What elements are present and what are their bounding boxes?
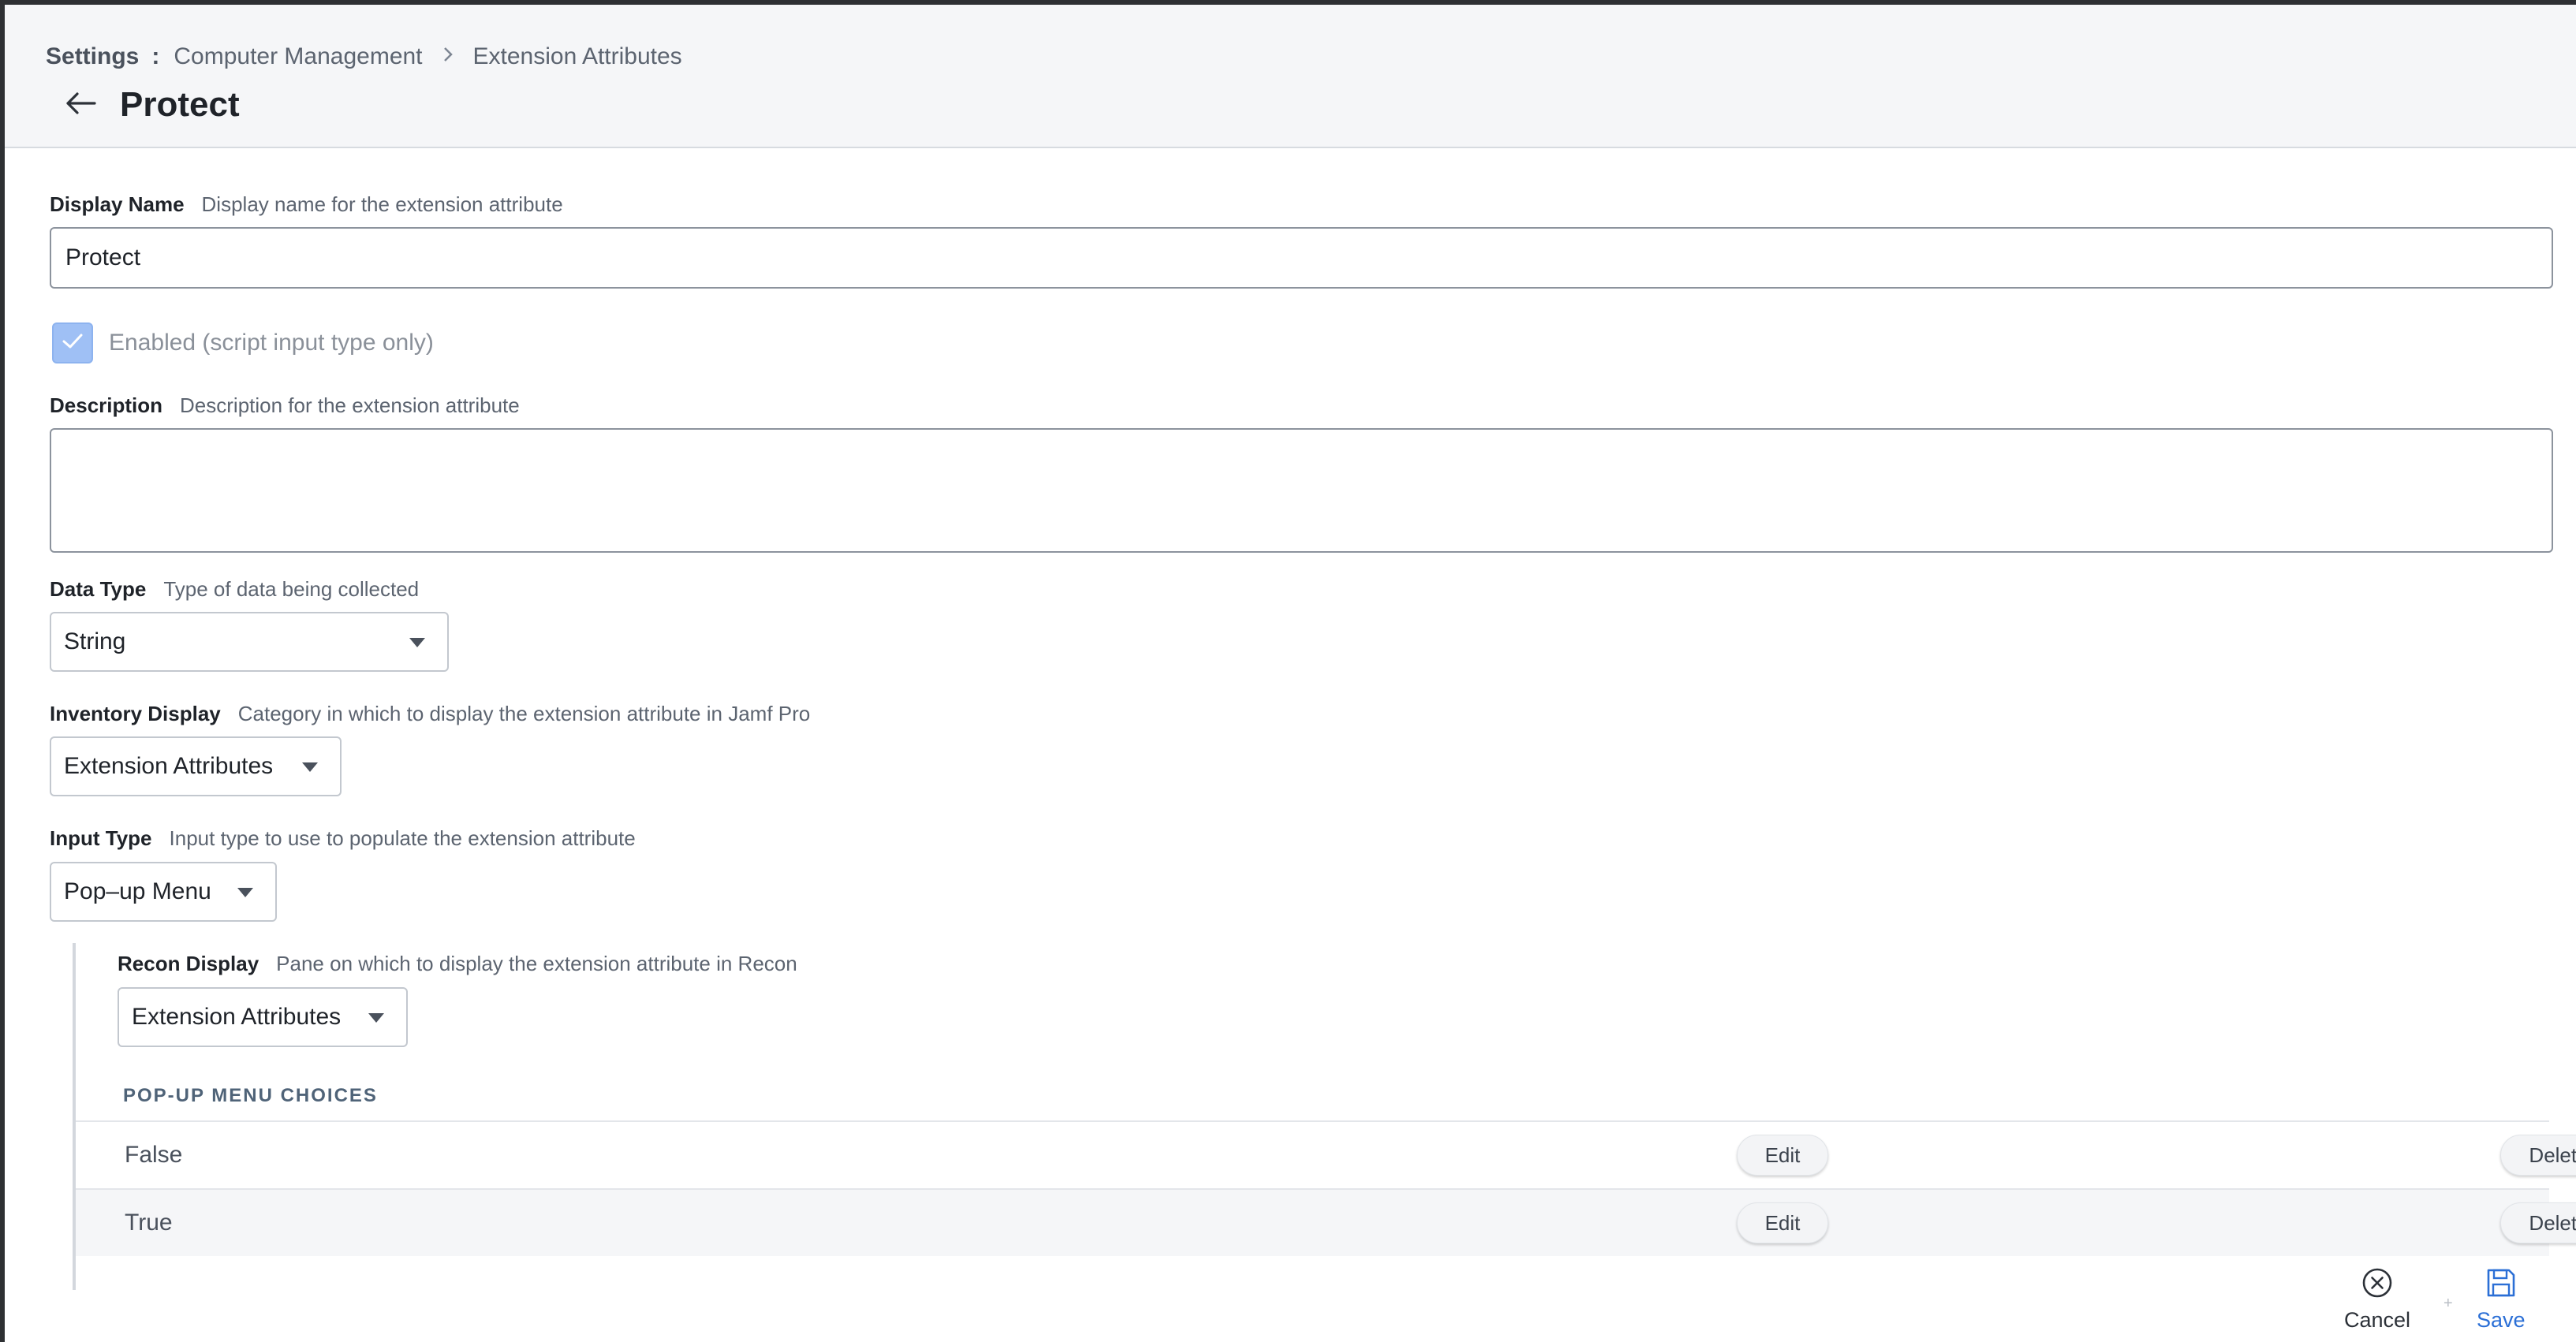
breadcrumb-settings-link[interactable]: Settings bbox=[46, 43, 139, 70]
save-label: Save bbox=[2477, 1308, 2526, 1332]
popup-menu-choices-heading: POP-UP MENU CHOICES bbox=[123, 1085, 378, 1106]
recon-display-select[interactable]: Extension Attributes bbox=[118, 987, 408, 1047]
cancel-label: Cancel bbox=[2344, 1308, 2411, 1332]
app-window: Settings : Computer Management Extension… bbox=[0, 0, 2576, 1342]
caret-down-icon bbox=[302, 762, 318, 772]
checkmark-icon bbox=[61, 332, 84, 355]
caret-down-icon bbox=[368, 1013, 384, 1023]
arrow-left-icon bbox=[65, 91, 96, 119]
description-label: Description bbox=[50, 393, 163, 417]
description-textarea[interactable] bbox=[50, 428, 2553, 553]
data-type-label-row: Data Type Type of data being collected bbox=[50, 577, 419, 602]
caret-down-icon bbox=[237, 888, 253, 897]
enabled-checkbox-row: Enabled (script input type only) bbox=[52, 322, 434, 364]
delete-choice-button[interactable]: Delete bbox=[2500, 1135, 2576, 1176]
delete-choice-button[interactable]: Delete bbox=[2500, 1202, 2576, 1243]
enabled-checkbox[interactable] bbox=[52, 322, 93, 363]
choice-label: False bbox=[125, 1142, 183, 1168]
breadcrumb-computer-management-link[interactable]: Computer Management bbox=[174, 43, 422, 70]
back-button[interactable] bbox=[60, 84, 101, 125]
inventory-display-hint: Category in which to display the extensi… bbox=[237, 702, 811, 725]
display-name-label-row: Display Name Display name for the extens… bbox=[50, 192, 563, 217]
breadcrumb: Settings : Computer Management Extension… bbox=[46, 39, 682, 74]
caret-down-icon bbox=[409, 638, 425, 647]
display-name-input[interactable] bbox=[50, 227, 2553, 289]
data-type-select[interactable]: String bbox=[50, 612, 449, 672]
breadcrumb-extension-attributes-link[interactable]: Extension Attributes bbox=[473, 43, 682, 70]
inventory-display-label: Inventory Display bbox=[50, 702, 221, 725]
input-type-label-row: Input Type Input type to use to populate… bbox=[50, 826, 636, 851]
close-circle-icon bbox=[2361, 1266, 2394, 1303]
page-header: Settings : Computer Management Extension… bbox=[5, 5, 2576, 148]
chevron-right-icon bbox=[442, 44, 454, 69]
description-label-row: Description Description for the extensio… bbox=[50, 393, 520, 418]
data-type-label: Data Type bbox=[50, 577, 147, 601]
title-row: Protect bbox=[60, 80, 240, 129]
data-type-value: String bbox=[64, 628, 126, 654]
recon-display-label-row: Recon Display Pane on which to display t… bbox=[118, 952, 797, 976]
breadcrumb-colon: : bbox=[151, 43, 160, 69]
recon-display-hint: Pane on which to display the extension a… bbox=[276, 952, 797, 975]
inventory-display-select[interactable]: Extension Attributes bbox=[50, 736, 342, 796]
input-type-value: Pop–up Menu bbox=[64, 878, 211, 904]
choice-row-true: True Edit Delete bbox=[76, 1188, 2576, 1256]
description-hint: Description for the extension attribute bbox=[180, 393, 520, 417]
inventory-display-value: Extension Attributes bbox=[64, 753, 274, 779]
choice-row-false: False Edit Delete bbox=[76, 1120, 2576, 1188]
recon-display-value: Extension Attributes bbox=[132, 1004, 342, 1030]
data-type-hint: Type of data being collected bbox=[163, 577, 420, 601]
enabled-checkbox-label: Enabled (script input type only) bbox=[109, 330, 434, 356]
edit-choice-button[interactable]: Edit bbox=[1737, 1202, 1828, 1243]
display-name-label: Display Name bbox=[50, 192, 185, 216]
page-title: Protect bbox=[120, 85, 240, 124]
inventory-display-label-row: Inventory Display Category in which to d… bbox=[50, 702, 810, 726]
floppy-disk-icon bbox=[2485, 1266, 2518, 1303]
recon-display-label: Recon Display bbox=[118, 952, 259, 975]
input-type-select[interactable]: Pop–up Menu bbox=[50, 862, 277, 922]
input-type-label: Input Type bbox=[50, 826, 152, 850]
edit-choice-button[interactable]: Edit bbox=[1737, 1135, 1828, 1176]
input-type-hint: Input type to use to populate the extens… bbox=[169, 826, 636, 850]
choice-label: True bbox=[125, 1210, 173, 1236]
save-button[interactable]: Save bbox=[2477, 1266, 2526, 1333]
footer-mark: + bbox=[2443, 1295, 2453, 1312]
cancel-button[interactable]: Cancel bbox=[2344, 1266, 2410, 1333]
display-name-hint: Display name for the extension attribute bbox=[201, 192, 563, 216]
